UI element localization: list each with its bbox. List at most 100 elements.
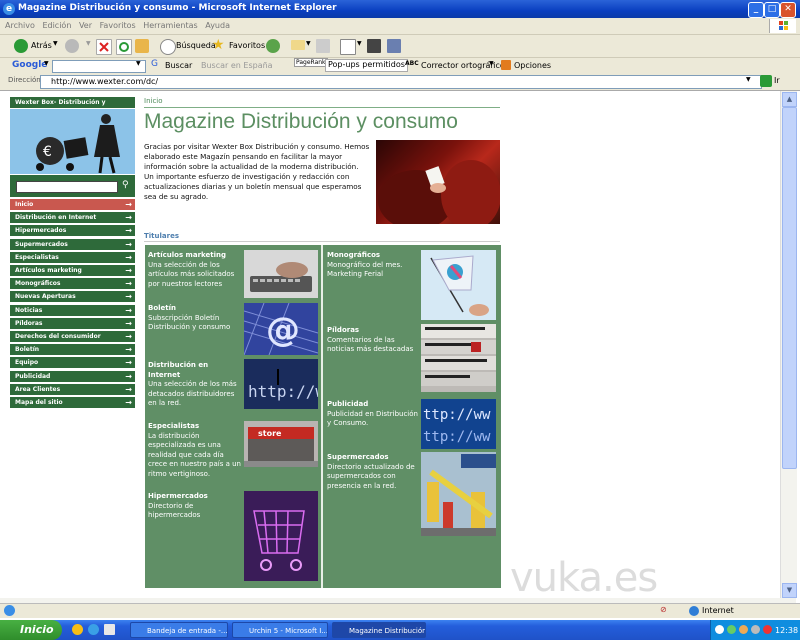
card-title[interactable]: Monográficos	[327, 251, 419, 261]
nav-item-mapa-del-sitio[interactable]: Mapa del sitio →	[10, 397, 135, 409]
history-icon[interactable]	[266, 39, 280, 53]
pagerank-button[interactable]: PageRank	[294, 58, 328, 67]
menu-ver[interactable]: Ver	[79, 21, 92, 30]
keyboard-thumbnail[interactable]	[244, 250, 318, 298]
nav-item-monogr-ficos[interactable]: Monográficos →	[10, 278, 135, 291]
at-sign-thumbnail[interactable]: @	[244, 303, 318, 355]
nav-item-noticias[interactable]: Noticias →	[10, 304, 135, 317]
nav-item-publicidad[interactable]: Publicidad →	[10, 370, 135, 383]
menu-herramientas[interactable]: Herramientas	[143, 21, 198, 30]
card-title[interactable]: Boletín	[148, 304, 242, 314]
scroll-down-icon[interactable]: ▼	[782, 583, 797, 598]
back-arrow-icon[interactable]	[14, 39, 28, 53]
go-button[interactable]: Ir	[774, 76, 780, 85]
nav-item-inicio[interactable]: Inicio →	[10, 199, 135, 211]
google-menu-icon[interactable]: ▼	[44, 60, 49, 67]
card-title[interactable]: Publicidad	[327, 400, 419, 410]
spellcheck-dropdown-icon[interactable]: ▼	[489, 60, 494, 67]
store-thumbnail[interactable]: store	[244, 421, 318, 467]
nav-item-supermercados[interactable]: Supermercados →	[10, 238, 135, 251]
nav-item-derechos-del-consumidor[interactable]: Derechos del consumidor →	[10, 331, 135, 343]
card-publicidad[interactable]: Publicidad Publicidad en Distribución y …	[327, 400, 419, 429]
nav-item-bolet-n[interactable]: Boletín →	[10, 344, 135, 357]
tray-icon[interactable]	[763, 625, 772, 634]
scroll-up-icon[interactable]: ▲	[782, 92, 797, 107]
card-hipermercados[interactable]: Hipermercados Directorio de hipermercado…	[148, 492, 242, 521]
flag-thumbnail[interactable]	[421, 250, 496, 320]
card-articulos-marketing[interactable]: Artículos marketing Una selección de los…	[148, 251, 242, 289]
card-title[interactable]: Especialistas	[148, 422, 242, 432]
discuss-icon[interactable]	[367, 39, 381, 53]
favorites-star-icon[interactable]: ★	[212, 37, 225, 53]
back-button[interactable]: Atrás	[31, 41, 52, 50]
edit-dropdown-icon[interactable]: ▼	[357, 40, 362, 47]
menu-favoritos[interactable]: Favoritos	[100, 21, 136, 30]
tray-icon[interactable]	[727, 625, 736, 634]
maximize-button[interactable]: □	[764, 2, 780, 18]
address-dropdown-icon[interactable]: ▼	[746, 76, 751, 83]
task-bandeja[interactable]: Bandeja de entrada -...	[130, 622, 228, 638]
minimize-button[interactable]: _	[748, 2, 764, 18]
google-input-dropdown-icon[interactable]: ▼	[136, 60, 141, 67]
desktop-quicklaunch-icon[interactable]	[104, 624, 115, 635]
menu-archivo[interactable]: Archivo	[5, 21, 35, 30]
window-titlebar[interactable]: e Magazine Distribución y consumo - Micr…	[0, 0, 800, 18]
scroll-thumb[interactable]	[782, 107, 797, 469]
home-icon[interactable]	[135, 39, 149, 53]
nav-item-equipo[interactable]: Equipo →	[10, 357, 135, 370]
messenger-icon[interactable]	[387, 39, 401, 53]
supermarket-thumbnail[interactable]	[421, 452, 496, 536]
card-title[interactable]: Artículos marketing	[148, 251, 242, 261]
card-title[interactable]: Hipermercados	[148, 492, 242, 502]
newspapers-thumbnail[interactable]	[421, 324, 496, 392]
nav-item-p-ldoras[interactable]: Píldoras →	[10, 317, 135, 330]
tray-icon[interactable]	[751, 625, 760, 634]
nav-item-hipermercados[interactable]: Hipermercados →	[10, 225, 135, 238]
popups-button[interactable]: Pop-ups permitidos	[325, 59, 408, 72]
task-urchin[interactable]: Urchin 5 - Microsoft I...	[232, 622, 328, 638]
address-input[interactable]: http://www.wexter.com/dc/	[40, 75, 762, 89]
google-logo[interactable]: Google	[12, 60, 47, 70]
print-icon[interactable]	[316, 39, 330, 53]
search-spain-button[interactable]: Buscar en España	[201, 61, 273, 70]
stop-icon[interactable]	[96, 39, 112, 55]
favorites-button[interactable]: Favoritos	[229, 41, 265, 50]
quicklaunch-icon[interactable]	[72, 624, 83, 635]
card-boletin[interactable]: Boletín Subscripción Boletín Distribució…	[148, 304, 242, 333]
search-icon[interactable]	[160, 39, 176, 55]
close-button[interactable]: ✕	[780, 2, 796, 18]
card-title[interactable]: Supermercados	[327, 453, 419, 463]
card-especialistas[interactable]: Especialistas La distribución especializ…	[148, 422, 242, 479]
refresh-icon[interactable]	[116, 39, 132, 55]
google-search-input[interactable]	[52, 60, 146, 73]
mail-dropdown-icon[interactable]: ▼	[306, 40, 311, 47]
shopping-cart-thumbnail[interactable]	[244, 491, 318, 581]
card-title[interactable]: Distribución en Internet	[148, 361, 242, 380]
site-search-input[interactable]	[16, 181, 118, 193]
card-monograficos[interactable]: Monográficos Monográfico del mes. Market…	[327, 251, 419, 280]
nav-item-art-culos-marketing[interactable]: Artículos marketing →	[10, 265, 135, 277]
google-search-button[interactable]: Buscar	[165, 61, 192, 70]
nav-item-nuevas-aperturas[interactable]: Nuevas Aperturas →	[10, 291, 135, 304]
card-title[interactable]: Píldoras	[327, 326, 419, 336]
mail-icon[interactable]	[291, 40, 305, 50]
go-arrow-icon[interactable]	[760, 75, 772, 87]
task-magazine[interactable]: Magazine Distribución...	[332, 622, 426, 638]
popup-blocked-icon[interactable]: ⊘	[660, 605, 667, 614]
ie-quicklaunch-icon[interactable]	[88, 624, 99, 635]
start-button[interactable]: Inicio	[0, 620, 62, 640]
breadcrumb[interactable]: Inicio	[144, 97, 163, 105]
nav-item-especialistas[interactable]: Especialistas →	[10, 251, 135, 264]
http-blue-thumbnail[interactable]: ttp://ww ttp://ww	[421, 399, 496, 449]
options-button[interactable]: Opciones	[514, 61, 551, 70]
back-dropdown-icon[interactable]: ▼	[53, 40, 58, 47]
tray-icon[interactable]	[739, 625, 748, 634]
edit-icon[interactable]	[340, 39, 356, 55]
menu-edicion[interactable]: Edición	[42, 21, 71, 30]
search-icon[interactable]: ⚲	[122, 180, 129, 190]
card-pildoras[interactable]: Píldoras Comentarios de las noticias más…	[327, 326, 419, 355]
forward-arrow-icon[interactable]	[65, 39, 79, 53]
nav-item-distribuci-n-en-internet[interactable]: Distribución en Internet →	[10, 212, 135, 225]
http-thumbnail[interactable]: http://w	[244, 359, 318, 409]
search-button[interactable]: Búsqueda	[176, 41, 216, 50]
